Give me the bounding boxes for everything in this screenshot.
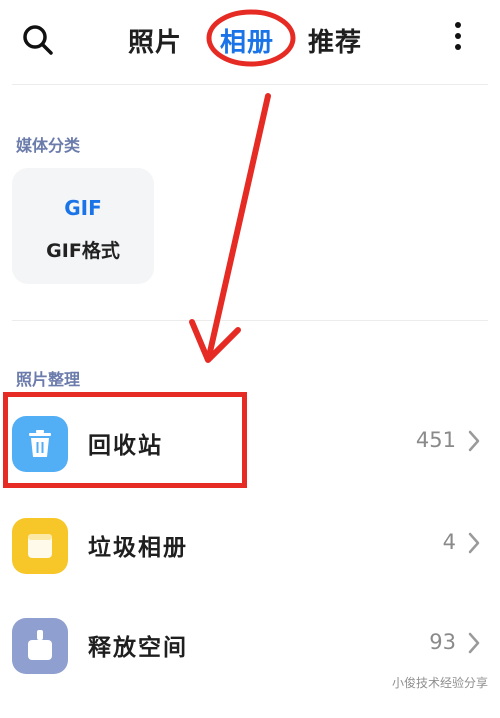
list-item-count: 93 (429, 630, 456, 654)
top-divider (12, 84, 488, 85)
gif-album-card[interactable]: GIF GIF格式 (12, 168, 154, 284)
more-vertical-icon[interactable] (450, 22, 466, 58)
tab-photos[interactable]: 照片 (128, 22, 182, 59)
list-item-label: 释放空间 (88, 635, 188, 661)
annotation-arrow (189, 93, 271, 363)
watermark: 小俊技术经验分享 (391, 676, 488, 690)
list-item-junk-album[interactable]: 垃圾相册 4 (0, 518, 500, 618)
list-item-free-space[interactable]: 释放空间 93 (0, 618, 500, 718)
annotation-ellipse (206, 9, 296, 67)
folder-icon (12, 518, 68, 574)
annotation-highlight-box (3, 392, 247, 488)
list-item-count: 4 (442, 530, 456, 554)
list-item-label: 垃圾相册 (88, 535, 188, 561)
gif-badge: GIF (64, 196, 102, 220)
tab-recommend[interactable]: 推荐 (308, 22, 362, 59)
chevron-right-icon (468, 430, 480, 452)
gif-album-label: GIF格式 (46, 240, 120, 262)
search-icon (23, 25, 53, 55)
section-label-media: 媒体分类 (16, 136, 81, 155)
list-item-count: 451 (415, 428, 456, 452)
search-button[interactable] (18, 20, 58, 60)
cleanup-icon (12, 618, 68, 674)
chevron-right-icon (468, 532, 480, 554)
chevron-right-icon (468, 632, 480, 654)
section-label-organize: 照片整理 (16, 370, 81, 389)
